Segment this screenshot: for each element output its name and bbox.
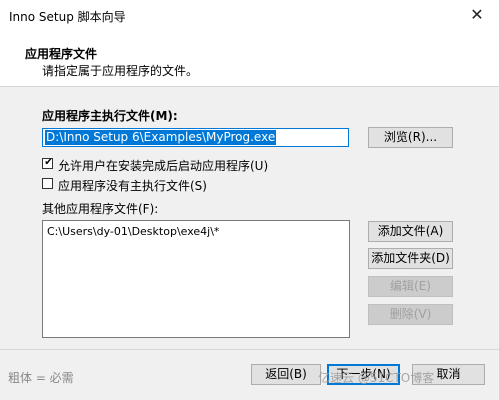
- delete-button[interactable]: 删除(V): [368, 304, 453, 325]
- check-icon: ✔: [44, 157, 53, 168]
- page-subtitle: 请指定属于应用程序的文件。: [42, 64, 199, 78]
- main-exe-label: 应用程序主执行文件(M):: [42, 109, 178, 123]
- add-folder-button[interactable]: 添加文件夹(D): [368, 248, 453, 269]
- browse-button[interactable]: 浏览(R)...: [368, 127, 453, 148]
- add-file-button[interactable]: 添加文件(A): [368, 221, 453, 242]
- required-note: 粗体 = 必需: [8, 371, 74, 385]
- no-main-exe-checkbox[interactable]: [42, 178, 53, 189]
- list-item[interactable]: C:\Users\dy-01\Desktop\exe4j\*: [47, 225, 219, 238]
- other-files-label: 其他应用程序文件(F):: [42, 202, 159, 216]
- watermark-text: 亿速云 @51CTO博客: [318, 371, 435, 385]
- main-exe-input[interactable]: D:\Inno Setup 6\Examples\MyProg.exe: [42, 128, 349, 147]
- allow-launch-checkbox[interactable]: ✔: [42, 157, 53, 169]
- footer-separator: [0, 349, 499, 350]
- close-icon[interactable]: ✕: [465, 4, 489, 26]
- page-title: 应用程序文件: [25, 47, 98, 61]
- main-exe-value: D:\Inno Setup 6\Examples\MyProg.exe: [45, 130, 277, 145]
- edit-button[interactable]: 编辑(E): [368, 276, 453, 297]
- back-button[interactable]: 返回(B): [251, 364, 321, 385]
- allow-launch-label[interactable]: 允许用户在安装完成后启动应用程序(U): [58, 157, 268, 174]
- window-title: Inno Setup 脚本向导: [9, 10, 126, 24]
- other-files-list[interactable]: C:\Users\dy-01\Desktop\exe4j\*: [42, 220, 350, 338]
- no-main-exe-label[interactable]: 应用程序没有主执行文件(S): [58, 177, 207, 194]
